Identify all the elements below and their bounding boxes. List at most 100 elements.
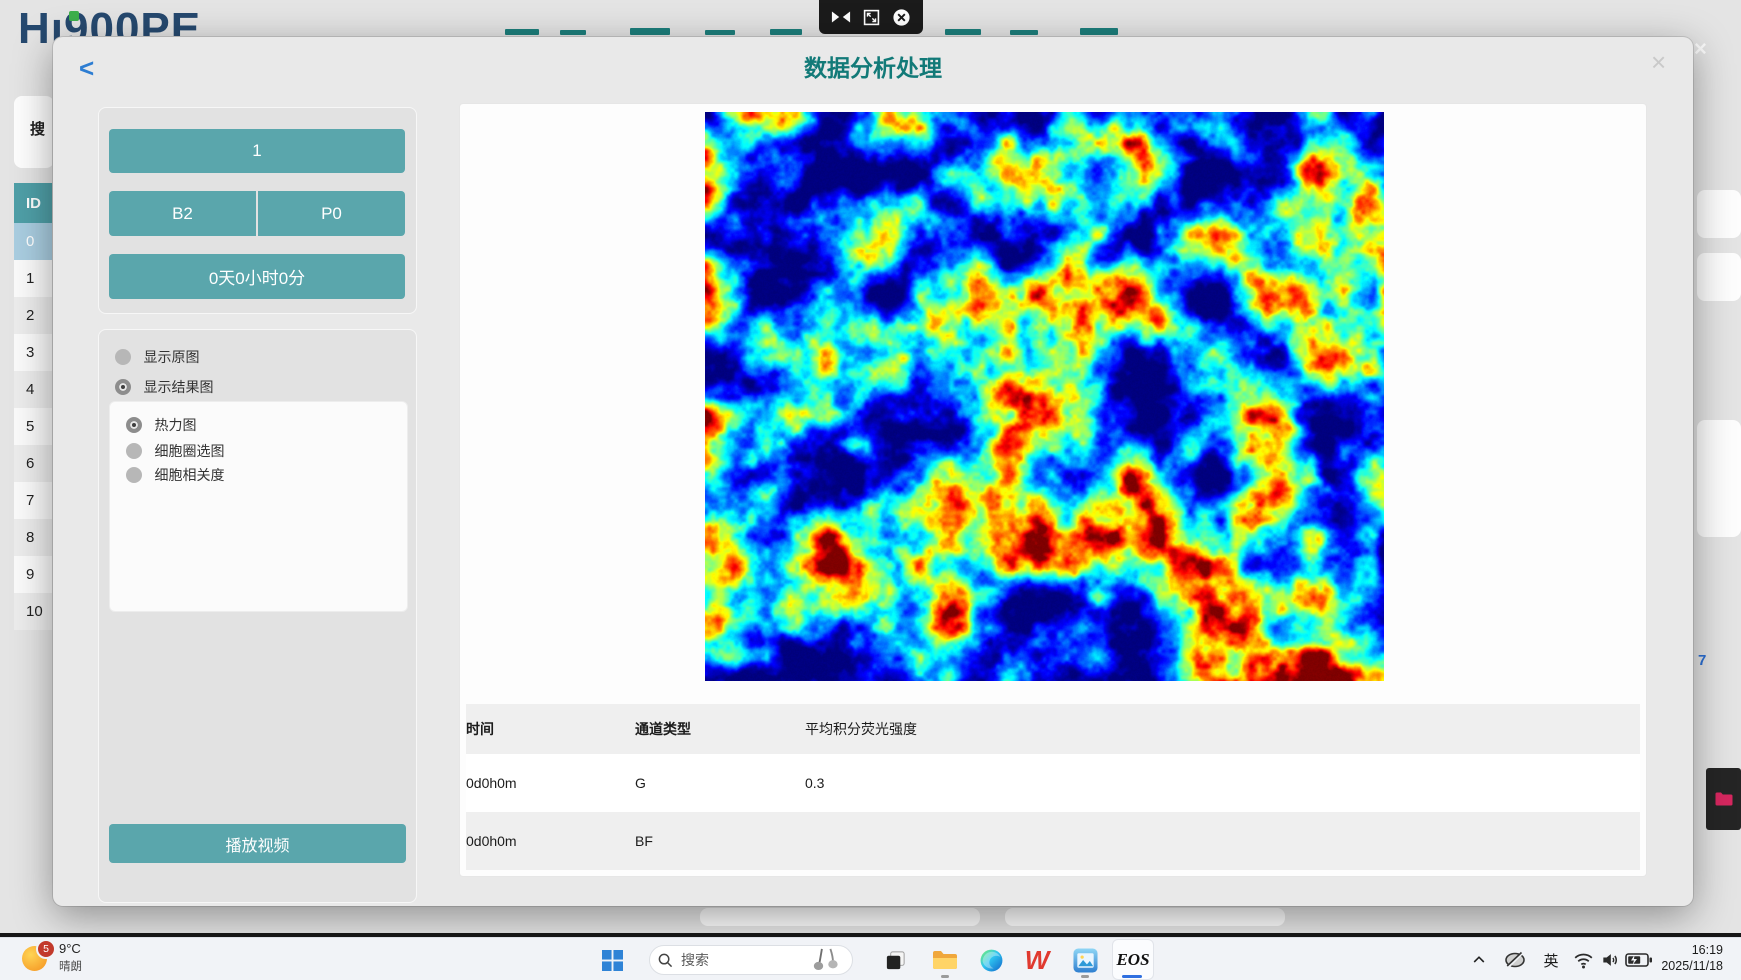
column-header: 通道类型 (635, 719, 691, 739)
edge-browser-button[interactable] (978, 947, 1004, 973)
table-cell-intensity: 0.3 (805, 775, 824, 791)
clock-date: 2025/11/18 (1661, 958, 1723, 974)
wifi-icon (1573, 951, 1594, 969)
screen-edge-widget[interactable] (1706, 768, 1741, 830)
screen: Hı900PE 搜 ID 0 1 2 3 4 5 6 7 8 9 10 × 7 (0, 0, 1741, 980)
floating-capture-toolbar (819, 0, 923, 34)
fullscreen-icon[interactable] (863, 9, 880, 26)
logo-green-dot-icon (69, 11, 79, 21)
chevron-up-icon (1471, 952, 1487, 968)
table-row[interactable]: 3 (14, 334, 54, 371)
radio-label: 显示原图 (143, 349, 199, 365)
table-row[interactable]: 1 (14, 260, 54, 297)
background-card-sliver (1697, 253, 1741, 301)
running-indicator (1081, 975, 1089, 978)
background-card-sliver (1005, 908, 1285, 926)
radio-cell-circle[interactable]: 细胞圈选图 (126, 441, 224, 461)
table-row[interactable]: 4 (14, 371, 54, 408)
table-row[interactable]: 2 (14, 297, 54, 334)
battery-button[interactable] (1624, 947, 1654, 973)
privacy-indicator-button[interactable] (1502, 947, 1528, 973)
start-button[interactable] (599, 947, 625, 973)
result-type-card: 热力图 细胞圈选图 细胞相关度 (109, 401, 408, 612)
tray-chevron-button[interactable] (1468, 947, 1490, 973)
taskbar-clock[interactable]: 16:19 2025/11/18 (1661, 942, 1723, 974)
file-explorer-button[interactable] (932, 947, 958, 973)
background-page-number[interactable]: 7 (1698, 652, 1706, 669)
radio-icon (126, 417, 142, 433)
pink-folder-icon (1715, 792, 1733, 806)
close-circle-icon[interactable] (892, 8, 911, 27)
radio-label: 热力图 (154, 417, 196, 433)
table-row[interactable]: 0d0h0m G 0.3 (466, 754, 1640, 812)
search-input[interactable]: 搜索 (649, 945, 853, 975)
background-card-sliver (700, 908, 980, 926)
radio-cell-correlation[interactable]: 细胞相关度 (126, 465, 224, 485)
table-cell-time: 0d0h0m (466, 775, 517, 791)
background-search-label: 搜 (30, 118, 45, 139)
table-row[interactable]: 9 (14, 556, 54, 593)
column-button[interactable]: P0 (258, 191, 405, 236)
radio-show-result[interactable]: 显示结果图 (115, 377, 213, 397)
swap-icon[interactable] (831, 10, 851, 24)
windows-logo-icon (602, 950, 623, 971)
heatmap-image (705, 112, 1384, 681)
language-indicator: 英 (1543, 950, 1558, 971)
results-table-header: 时间 通道类型 平均积分荧光强度 (466, 704, 1640, 754)
radio-label: 细胞相关度 (154, 467, 224, 483)
task-view-icon (884, 949, 907, 972)
background-window-close-icon[interactable]: × (1694, 36, 1707, 62)
search-icon (658, 953, 673, 968)
volume-button[interactable] (1597, 947, 1623, 973)
table-cell-channel: G (635, 775, 646, 791)
data-analysis-dialog: < 数据分析处理 × 1 B2 P0 0天0小时0分 显示原图 显示结果图 热力… (53, 37, 1693, 906)
dialog-close-icon[interactable]: × (1651, 47, 1666, 78)
column-header: 时间 (466, 719, 494, 739)
dialog-title: 数据分析处理 (53, 49, 1693, 83)
ime-language-button[interactable]: 英 (1538, 947, 1564, 973)
row-button[interactable]: B2 (109, 191, 256, 236)
table-row[interactable]: 6 (14, 445, 54, 482)
play-video-button[interactable]: 播放视频 (109, 824, 406, 863)
table-row[interactable]: 5 (14, 408, 54, 445)
radio-icon (115, 379, 131, 395)
weather-alert-badge: 5 (36, 939, 56, 959)
radio-label: 细胞圈选图 (154, 443, 224, 459)
background-title-fragment (560, 30, 586, 35)
column-header: 平均积分荧光强度 (805, 719, 917, 739)
table-row[interactable]: 0 (14, 223, 54, 260)
duration-button[interactable]: 0天0小时0分 (109, 254, 405, 299)
wifi-button[interactable] (1570, 947, 1596, 973)
table-row[interactable]: 8 (14, 519, 54, 556)
background-title-fragment (630, 28, 670, 35)
table-row[interactable]: 10 (14, 593, 54, 630)
weather-condition[interactable]: 晴朗 (59, 958, 82, 974)
eos-icon: EOS (1116, 950, 1149, 970)
radio-label: 显示结果图 (143, 379, 213, 395)
radio-heatmap[interactable]: 热力图 (126, 415, 196, 435)
table-row[interactable]: 0d0h0m BF (466, 812, 1640, 870)
background-title-fragment (770, 29, 802, 35)
photos-app-button[interactable] (1072, 947, 1098, 973)
task-view-button[interactable] (882, 947, 908, 973)
radio-icon (115, 349, 131, 365)
background-title-fragment (1080, 28, 1118, 35)
active-app-indicator (1122, 975, 1142, 978)
background-title-fragment (505, 29, 539, 35)
clock-time: 16:19 (1661, 942, 1723, 958)
edge-icon (979, 948, 1004, 973)
well-info-card: 1 B2 P0 0天0小时0分 (98, 107, 417, 314)
wps-icon: W (1025, 947, 1050, 973)
eos-app-button[interactable]: EOS (1112, 939, 1154, 980)
radio-icon (126, 467, 142, 483)
table-row[interactable]: 7 (14, 482, 54, 519)
battery-charging-icon (1625, 952, 1653, 968)
background-search-card: 搜 (14, 96, 54, 168)
radio-show-original[interactable]: 显示原图 (115, 347, 199, 367)
wps-office-button[interactable]: W (1024, 947, 1050, 973)
search-highlight-earbuds-icon (810, 947, 844, 973)
weather-temperature[interactable]: 9°C (59, 941, 81, 956)
background-card-sliver (1697, 190, 1741, 238)
speaker-icon (1599, 950, 1621, 970)
well-number-button[interactable]: 1 (109, 129, 405, 173)
